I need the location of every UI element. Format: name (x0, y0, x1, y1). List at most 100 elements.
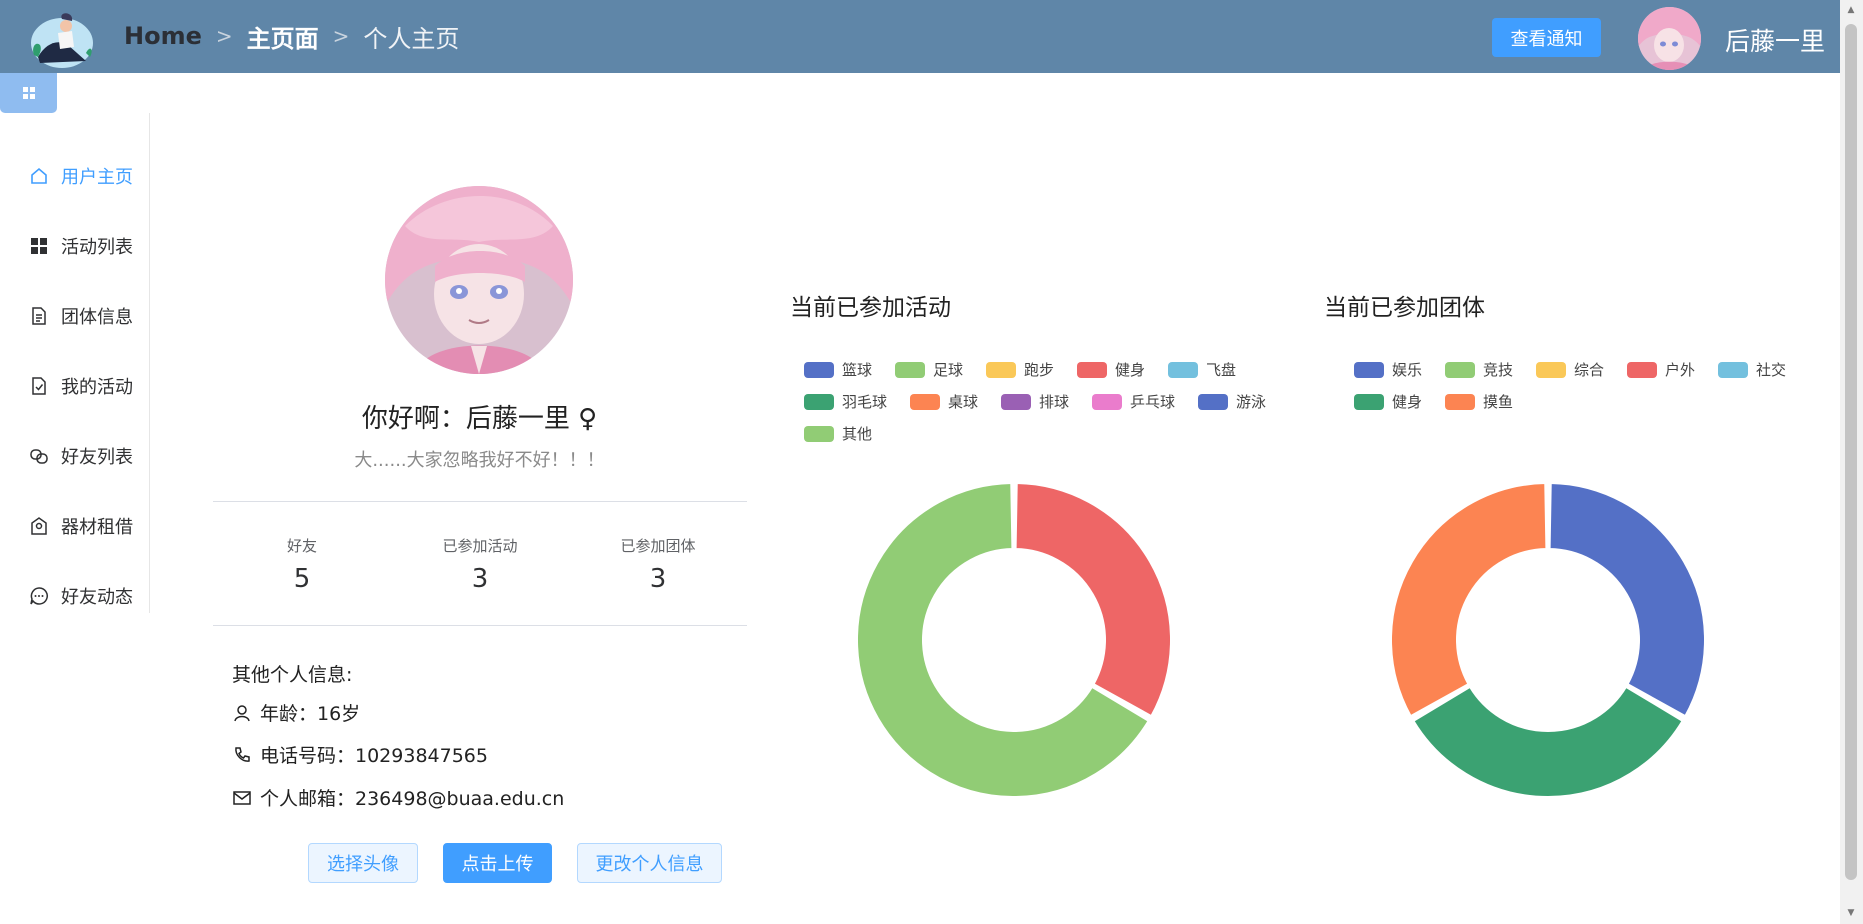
stat-value: 5 (293, 564, 311, 594)
upload-button[interactable]: 点击上传 (443, 843, 552, 883)
divider (213, 625, 747, 626)
legend-item[interactable]: 跑步 (986, 359, 1054, 380)
user-avatar[interactable] (1638, 7, 1701, 70)
breadcrumb-main-page[interactable]: 主页面 (247, 19, 319, 54)
legend-label: 健身 (1115, 361, 1146, 379)
chat-icon (30, 587, 48, 605)
grid-icon (31, 238, 47, 254)
sidebar-item-label: 器材租借 (61, 517, 133, 538)
scrollbar-thumb[interactable] (1845, 24, 1857, 880)
stat-value: 3 (649, 564, 667, 594)
breadcrumb-separator-icon: > (215, 24, 233, 48)
stat-joined-groups: 已参加团体 3 (569, 535, 747, 594)
checked-document-icon (32, 377, 46, 395)
sidebar-item-activity-list[interactable]: 活动列表 (0, 218, 149, 274)
legend-label: 跑步 (1024, 361, 1055, 379)
legend-item[interactable]: 健身 (1077, 359, 1145, 380)
email-info: 个人邮箱：236498@buaa.edu.cn (232, 784, 564, 811)
legend-item[interactable]: 足球 (895, 359, 963, 380)
view-notifications-button[interactable]: 查看通知 (1492, 18, 1601, 57)
sidebar-menu: 用户主页 活动列表 团体信息 我的活动 好友列表 器材租借 好友动态 (0, 113, 150, 613)
stat-label: 已参加团体 (620, 537, 696, 555)
legend-swatch (1092, 393, 1122, 410)
profile-greeting: 你好啊：后藤一里 ♀ (361, 404, 598, 434)
home-icon (31, 167, 47, 184)
legend-swatch (1354, 393, 1384, 410)
legend-swatch (804, 425, 834, 442)
top-header: Home > 主页面 > 个人主页 查看通知 后藤一里 (0, 0, 1840, 73)
breadcrumb: Home > 主页面 > 个人主页 (124, 19, 460, 54)
stat-joined-activities: 已参加活动 3 (391, 535, 569, 594)
choose-avatar-button[interactable]: 选择头像 (308, 843, 418, 883)
legend-item[interactable]: 乒乓球 (1092, 391, 1175, 412)
donut-chart (856, 482, 1172, 798)
page-scrollbar[interactable]: ▲ ▼ (1840, 0, 1863, 924)
legend-item[interactable]: 娱乐 (1354, 359, 1422, 380)
donut-slice-健身[interactable] (1014, 482, 1172, 718)
sidebar-item-friend-feed[interactable]: 好友动态 (0, 568, 149, 624)
legend-label: 足球 (933, 361, 964, 379)
legend-label: 游泳 (1236, 393, 1267, 411)
donut-slice-娱乐[interactable] (1548, 482, 1706, 718)
user-icon (234, 704, 250, 721)
legend-item[interactable]: 社交 (1718, 359, 1786, 380)
legend-label: 桌球 (948, 393, 979, 411)
legend-item[interactable]: 户外 (1627, 359, 1695, 380)
location-icon (31, 517, 47, 535)
legend-item[interactable]: 桌球 (910, 391, 978, 412)
legend-swatch (1198, 393, 1228, 410)
legend-item[interactable]: 飞盘 (1168, 359, 1236, 380)
legend-label: 羽毛球 (842, 393, 888, 411)
edit-info-button[interactable]: 更改个人信息 (577, 843, 722, 883)
legend-swatch (986, 361, 1016, 378)
other-info-title: 其他个人信息: (232, 664, 353, 686)
legend-item[interactable]: 健身 (1354, 391, 1422, 412)
legend-item[interactable]: 摸鱼 (1445, 391, 1513, 412)
legend-item[interactable]: 其他 (804, 423, 872, 444)
legend-label: 健身 (1392, 393, 1423, 411)
phone-info: 电话号码：10293847565 (232, 741, 488, 768)
chart-title: 当前已参加团体 (1324, 295, 1485, 321)
legend-swatch (1168, 361, 1198, 378)
legend-label: 户外 (1665, 361, 1696, 379)
legend-label: 篮球 (842, 361, 873, 379)
donut-slice-健身[interactable] (1412, 685, 1684, 798)
sidebar-item-label: 活动列表 (61, 237, 133, 258)
sidebar-item-equipment-rental[interactable]: 器材租借 (0, 498, 149, 554)
mail-icon (233, 790, 251, 805)
sidebar-item-user-home[interactable]: 用户主页 (0, 148, 149, 204)
legend-label: 社交 (1756, 361, 1787, 379)
profile-avatar[interactable] (385, 186, 573, 374)
legend-item[interactable]: 篮球 (804, 359, 872, 380)
legend-swatch (1536, 361, 1566, 378)
legend-item[interactable]: 羽毛球 (804, 391, 887, 412)
grid-icon (22, 87, 35, 99)
legend-swatch (895, 361, 925, 378)
header-username[interactable]: 后藤一里 (1725, 22, 1825, 58)
legend-item[interactable]: 竞技 (1445, 359, 1513, 380)
donut-slice-摸鱼[interactable] (1390, 482, 1548, 718)
app-logo[interactable] (28, 9, 96, 69)
sidebar-item-label: 好友动态 (61, 587, 133, 608)
legend-swatch (910, 393, 940, 410)
legend-swatch (1445, 393, 1475, 410)
legend-label: 摸鱼 (1483, 393, 1514, 411)
sidebar-collapse-button[interactable] (0, 73, 57, 113)
legend-item[interactable]: 游泳 (1198, 391, 1266, 412)
divider (213, 501, 747, 502)
sidebar-item-friend-list[interactable]: 好友列表 (0, 428, 149, 484)
link-icon (30, 449, 48, 464)
stat-label: 已参加活动 (442, 537, 518, 555)
sidebar-item-my-activities[interactable]: 我的活动 (0, 358, 149, 414)
sidebar-item-group-info[interactable]: 团体信息 (0, 288, 149, 344)
legend-item[interactable]: 排球 (1001, 391, 1069, 412)
donut-chart (1390, 482, 1706, 798)
legend-label: 乒乓球 (1130, 393, 1176, 411)
breadcrumb-current: 个人主页 (363, 24, 460, 53)
scroll-up-icon[interactable]: ▲ (1846, 5, 1856, 15)
legend-swatch (804, 361, 834, 378)
legend-item[interactable]: 综合 (1536, 359, 1604, 380)
scroll-down-icon[interactable]: ▼ (1846, 908, 1856, 918)
age-text: 年龄：16岁 (260, 703, 361, 725)
breadcrumb-home[interactable]: Home (124, 22, 202, 50)
